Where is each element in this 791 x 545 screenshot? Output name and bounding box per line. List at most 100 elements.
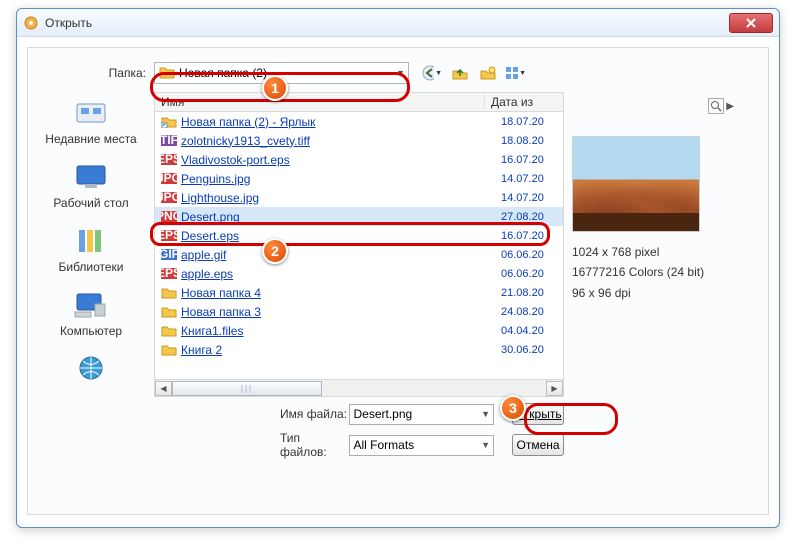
svg-text:PNG: PNG [161, 210, 177, 223]
nav-toolbar: ▼ ▼ [421, 63, 527, 83]
file-date: 04.04.20 [501, 325, 563, 337]
place-label: Компьютер [60, 324, 122, 338]
file-name: Новая папка 4 [181, 286, 501, 300]
file-date: 21.08.20 [501, 287, 563, 299]
scroll-thumb[interactable]: ||| [172, 381, 322, 396]
file-row[interactable]: EPSVladivostok-port.eps16.07.20 [155, 150, 563, 169]
titlebar[interactable]: Открыть [17, 9, 779, 37]
filename-input[interactable]: Desert.png ▼ [349, 404, 495, 425]
recent-icon [72, 96, 110, 130]
folder-icon [161, 324, 177, 338]
place-network[interactable] [28, 352, 154, 388]
file-row[interactable]: EPS Desert.eps16.07.20 [155, 226, 563, 245]
file-row[interactable]: Книга1.files04.04.20 [155, 321, 563, 340]
file-date: 14.07.20 [501, 173, 563, 185]
file-date: 27.08.20 [501, 211, 563, 223]
scroll-right-button[interactable]: ▶ [546, 381, 563, 396]
file-row[interactable]: JPGLighthouse.jpg14.07.20 [155, 188, 563, 207]
new-folder-button[interactable] [477, 63, 499, 83]
file-row[interactable]: JPGPenguins.jpg14.07.20 [155, 169, 563, 188]
place-label: Рабочий стол [53, 196, 128, 210]
back-button[interactable]: ▼ [421, 63, 443, 83]
file-name: Lighthouse.jpg [181, 191, 501, 205]
folder-label: Папка: [28, 66, 154, 80]
cancel-button[interactable]: Отмена [512, 434, 564, 456]
file-row[interactable]: Новая папка 324.08.20 [155, 302, 563, 321]
folder-icon [161, 305, 177, 319]
file-panel: Имя Дата из Новая папка (2) - Ярлык18.07… [154, 92, 564, 459]
file-date: 06.06.20 [501, 268, 563, 280]
jpg-icon: JPG [161, 191, 177, 205]
meta-dpi: 96 x 96 dpi [572, 283, 742, 303]
scroll-left-button[interactable]: ◀ [155, 381, 172, 396]
close-button[interactable] [729, 13, 773, 33]
places-bar: Недавние места Рабочий стол Библиотеки К… [28, 92, 154, 459]
libraries-icon [72, 224, 110, 258]
play-icon[interactable]: ▶ [726, 101, 734, 112]
place-label: Недавние места [45, 132, 136, 146]
svg-text:TIF: TIF [161, 134, 177, 147]
open-button[interactable]: Открыть [512, 403, 564, 425]
filter-value: All Formats [354, 438, 415, 452]
network-icon [72, 352, 110, 386]
preview-toolbar: ▶ [708, 98, 734, 114]
preview-metadata: 1024 x 768 pixel 16777216 Colors (24 bit… [572, 242, 742, 303]
column-date[interactable]: Дата из [485, 95, 555, 109]
folder-dropdown[interactable]: Новая папка (2) ▼ [154, 62, 409, 84]
file-name: Vladivostok-port.eps [181, 153, 501, 167]
window-title: Открыть [45, 16, 729, 30]
file-row[interactable]: PNG Desert.png27.08.20 [155, 207, 563, 226]
view-menu-button[interactable]: ▼ [505, 63, 527, 83]
meta-dimensions: 1024 x 768 pixel [572, 242, 742, 262]
svg-text:EPS: EPS [161, 229, 177, 242]
file-row[interactable]: Новая папка 421.08.20 [155, 283, 563, 302]
file-name: Desert.png [181, 210, 501, 224]
jpg-icon: JPG [161, 172, 177, 186]
file-date: 06.06.20 [501, 249, 563, 261]
filter-dropdown[interactable]: All Formats ▼ [349, 435, 495, 456]
filter-label: Тип файлов: [280, 431, 349, 459]
computer-icon [72, 288, 110, 322]
file-row[interactable]: TIFzolotnicky1913_cvety.tiff18.08.20 [155, 131, 563, 150]
place-computer[interactable]: Компьютер [28, 288, 154, 338]
folder-icon [159, 65, 175, 81]
chevron-down-icon: ▼ [481, 409, 490, 419]
file-name: Desert.eps [181, 229, 501, 243]
file-name: apple.eps [181, 267, 501, 281]
svg-text:GIF: GIF [161, 248, 177, 261]
file-name: Новая папка 3 [181, 305, 501, 319]
gif-icon: GIF [161, 248, 177, 262]
file-row[interactable]: Новая папка (2) - Ярлык18.07.20 [155, 112, 563, 131]
eps-icon: EPS [161, 153, 177, 167]
eps-icon: EPS [161, 229, 177, 243]
filename-label: Имя файла: [280, 407, 349, 421]
app-icon [23, 15, 39, 31]
place-recent[interactable]: Недавние места [28, 96, 154, 146]
horizontal-scrollbar[interactable]: ◀ ||| ▶ [154, 380, 564, 397]
file-row[interactable]: Книга 230.06.20 [155, 340, 563, 359]
up-button[interactable] [449, 63, 471, 83]
svg-text:EPS: EPS [161, 153, 177, 166]
place-libraries[interactable]: Библиотеки [28, 224, 154, 274]
preview-toggle-button[interactable] [708, 98, 724, 114]
eps-icon: EPS [161, 267, 177, 281]
scroll-track[interactable]: ||| [172, 381, 546, 396]
file-list[interactable]: Новая папка (2) - Ярлык18.07.20TIFzolotn… [154, 112, 564, 380]
png-icon: PNG [161, 210, 177, 224]
file-date: 30.06.20 [501, 344, 563, 356]
place-desktop[interactable]: Рабочий стол [28, 160, 154, 210]
file-date: 18.08.20 [501, 135, 563, 147]
bottom-controls: Имя файла: Desert.png ▼ Открыть Тип файл… [154, 403, 564, 459]
svg-text:JPG: JPG [161, 191, 177, 204]
file-name: Книга 2 [181, 343, 501, 357]
open-dialog: Открыть Папка: Новая папка (2) ▼ ▼ [16, 8, 780, 528]
column-name[interactable]: Имя [155, 95, 485, 109]
folder-name: Новая папка (2) [179, 66, 267, 80]
list-header[interactable]: Имя Дата из [154, 92, 564, 112]
file-row[interactable]: EPS apple.eps06.06.20 [155, 264, 563, 283]
filename-value: Desert.png [354, 407, 413, 421]
file-row[interactable]: GIFapple.gif06.06.20 [155, 245, 563, 264]
file-date: 16.07.20 [501, 230, 563, 242]
tif-icon: TIF [161, 134, 177, 148]
desktop-icon [72, 160, 110, 194]
